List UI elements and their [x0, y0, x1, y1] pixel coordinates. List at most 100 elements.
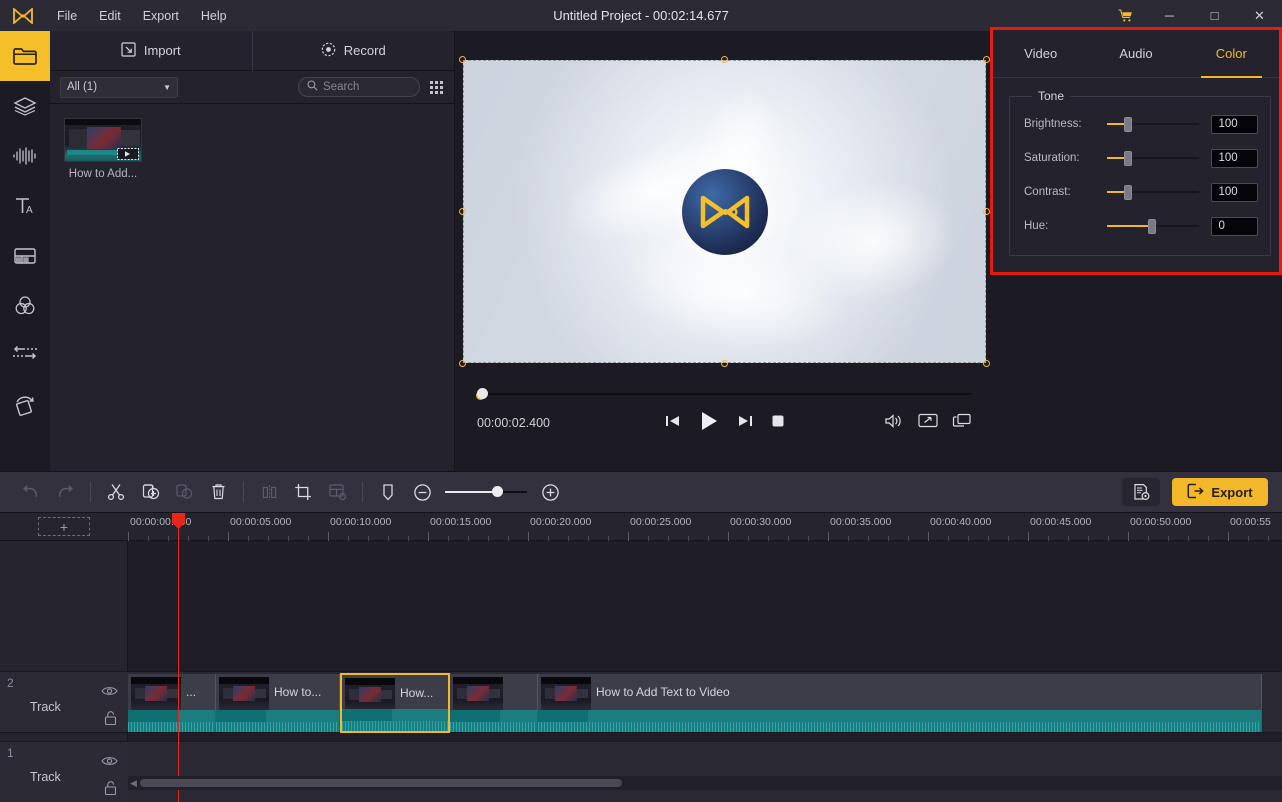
- timeline-ruler[interactable]: 00:00:00.000 00:00:05.000 00:00:10.000 0…: [128, 513, 1282, 541]
- marker-button[interactable]: [371, 475, 405, 509]
- media-filter-select[interactable]: All (1) ▼: [60, 76, 178, 98]
- sidebar-item-audio[interactable]: [0, 131, 50, 181]
- menu-export[interactable]: Export: [132, 5, 190, 27]
- sidebar-item-animation[interactable]: [0, 381, 50, 431]
- tab-color[interactable]: Color: [1184, 30, 1279, 78]
- hue-slider-thumb[interactable]: [1147, 219, 1156, 234]
- contrast-value-field[interactable]: 100: [1211, 182, 1259, 202]
- brightness-value-field[interactable]: 100: [1211, 114, 1259, 134]
- grid-view-icon[interactable]: [428, 79, 444, 95]
- playhead[interactable]: [178, 513, 179, 802]
- add-track-button[interactable]: +: [38, 517, 90, 536]
- tab-video[interactable]: Video: [993, 30, 1088, 77]
- resize-handle-tl[interactable]: [459, 56, 466, 63]
- delete-button[interactable]: [201, 475, 235, 509]
- hue-slider[interactable]: [1106, 219, 1200, 234]
- contrast-slider[interactable]: [1106, 185, 1200, 200]
- next-frame-button[interactable]: [736, 413, 754, 434]
- ruler-tick-mark: [828, 532, 829, 541]
- properties-panel: Video Audio Color Tone Brightness: 100 S…: [990, 27, 1282, 275]
- redo-button[interactable]: [48, 475, 82, 509]
- export-button[interactable]: Export: [1172, 478, 1268, 506]
- mirror-button[interactable]: [252, 475, 286, 509]
- track-2-unlock-icon[interactable]: [103, 710, 118, 731]
- resize-handle-bl[interactable]: [459, 360, 466, 367]
- previous-frame-button[interactable]: [664, 413, 682, 434]
- sidebar-item-media-library[interactable]: [0, 31, 50, 81]
- resize-handle-br[interactable]: [983, 360, 990, 367]
- ruler-tick-mark: [328, 532, 329, 541]
- resize-handle-mr[interactable]: [983, 208, 990, 215]
- play-button[interactable]: [698, 410, 720, 437]
- track-header-2[interactable]: 2 Track: [0, 671, 128, 733]
- sidebar-item-transitions[interactable]: [0, 331, 50, 381]
- track-1-eye-icon[interactable]: [101, 754, 118, 772]
- track-header-1[interactable]: 1 Track: [0, 741, 128, 802]
- split-button[interactable]: [99, 475, 133, 509]
- menu-file[interactable]: File: [46, 5, 88, 27]
- saturation-label: Saturation:: [1024, 152, 1080, 164]
- table-row[interactable]: How...: [340, 673, 450, 733]
- resize-handle-bc[interactable]: [721, 360, 728, 367]
- tab-audio[interactable]: Audio: [1088, 30, 1183, 77]
- track-2-lane[interactable]: ... How to... How... How to Add Text to …: [128, 671, 1282, 733]
- track-1-lane[interactable]: [128, 741, 1282, 802]
- resize-handle-tr[interactable]: [983, 56, 990, 63]
- track-2-number: 2: [7, 676, 14, 690]
- timeline-zoom-slider[interactable]: [445, 485, 527, 499]
- search-input[interactable]: [323, 81, 408, 93]
- undo-button[interactable]: [14, 475, 48, 509]
- saturation-slider-thumb[interactable]: [1123, 151, 1132, 166]
- resize-handle-tc[interactable]: [721, 56, 728, 63]
- timeline-zoom-thumb[interactable]: [491, 486, 503, 497]
- color-circles-icon: [15, 296, 35, 315]
- sidebar-item-color[interactable]: [0, 281, 50, 331]
- table-row[interactable]: ...: [128, 674, 216, 732]
- volume-button[interactable]: [884, 413, 904, 434]
- fullscreen-button[interactable]: [918, 413, 938, 433]
- empty-lane-top[interactable]: [128, 541, 1282, 671]
- brightness-slider[interactable]: [1106, 117, 1200, 132]
- menu-edit[interactable]: Edit: [88, 5, 132, 27]
- saturation-slider[interactable]: [1106, 151, 1200, 166]
- scrubber-thumb[interactable]: [477, 388, 488, 399]
- search-box[interactable]: [298, 77, 420, 97]
- scroll-left-arrow-icon[interactable]: ◀: [130, 778, 137, 789]
- ruler-tick-mark: [128, 532, 129, 541]
- sidebar-item-split-screen[interactable]: [0, 231, 50, 281]
- media-item[interactable]: How to Add...: [64, 118, 142, 180]
- track-1-unlock-icon[interactable]: [103, 780, 118, 801]
- track-2-eye-icon[interactable]: [101, 684, 118, 702]
- tab-import[interactable]: Import: [50, 31, 252, 71]
- saturation-value-field[interactable]: 100: [1211, 148, 1259, 168]
- stop-button[interactable]: [770, 413, 786, 434]
- add-to-timeline-button[interactable]: [133, 475, 167, 509]
- media-thumbnail[interactable]: [64, 118, 142, 162]
- timeline-hscroll-thumb[interactable]: [140, 779, 622, 787]
- snapshot-button[interactable]: [952, 413, 972, 433]
- table-row[interactable]: [450, 674, 538, 732]
- preview-canvas[interactable]: [463, 60, 986, 363]
- table-row[interactable]: How to...: [216, 674, 340, 732]
- ruler-tick-mark: [728, 532, 729, 541]
- pip-button[interactable]: [320, 475, 354, 509]
- table-row[interactable]: How to Add Text to Video: [538, 674, 1262, 732]
- zoom-out-button[interactable]: [405, 475, 439, 509]
- crop-button[interactable]: [286, 475, 320, 509]
- contrast-slider-thumb[interactable]: [1123, 185, 1132, 200]
- menu-help[interactable]: Help: [190, 5, 238, 27]
- copy-button[interactable]: [167, 475, 201, 509]
- resize-handle-ml[interactable]: [459, 208, 466, 215]
- brightness-slider-thumb[interactable]: [1123, 117, 1132, 132]
- export-arrow-icon: [1187, 483, 1205, 502]
- timeline-hscrollbar[interactable]: ◀: [128, 776, 1282, 790]
- playback-scrubber[interactable]: [477, 387, 972, 401]
- ruler-tick-8: 00:00:40.000: [930, 516, 992, 528]
- transport-bar: 00:00:02.400: [463, 401, 986, 445]
- sidebar-item-effects[interactable]: [0, 81, 50, 131]
- tab-record[interactable]: Record: [251, 30, 455, 71]
- zoom-in-button[interactable]: [533, 475, 567, 509]
- render-preview-button[interactable]: [1122, 478, 1160, 506]
- sidebar-item-text[interactable]: A: [0, 181, 50, 231]
- hue-value-field[interactable]: 0: [1211, 216, 1259, 236]
